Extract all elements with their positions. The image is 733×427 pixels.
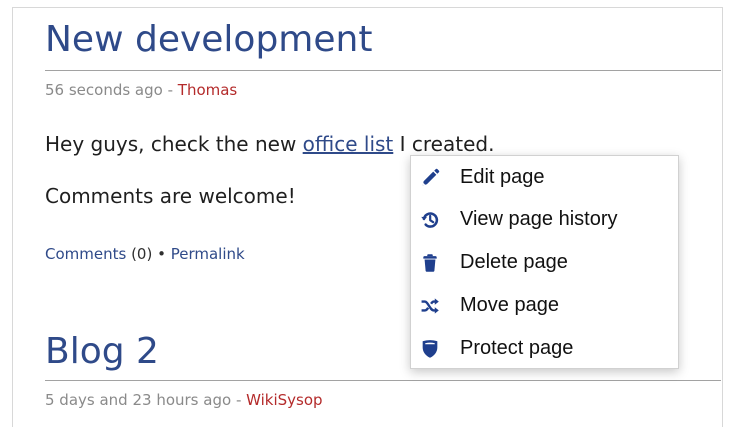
- protect-page-menu-item[interactable]: Protect page: [411, 327, 678, 369]
- trash-icon: [419, 252, 441, 274]
- post-footer: Comments (0) • Permalink: [45, 244, 245, 264]
- meta-separator: -: [231, 391, 247, 409]
- post-timestamp: 56 seconds ago: [45, 81, 163, 99]
- menu-item-label: Protect page: [460, 337, 574, 359]
- author-link[interactable]: Thomas: [178, 81, 237, 99]
- pencil-icon: [419, 167, 441, 189]
- page-actions-menu: Edit page View page history Delete page: [410, 155, 679, 369]
- edit-page-menu-item[interactable]: Edit page: [411, 156, 678, 198]
- footer-separator: •: [157, 245, 166, 263]
- post-title[interactable]: Blog 2: [45, 330, 159, 374]
- menu-item-label: Edit page: [460, 166, 545, 188]
- comments-link[interactable]: Comments: [45, 245, 126, 263]
- post-body-line-2: Comments are welcome!: [45, 184, 296, 208]
- move-page-menu-item[interactable]: Move page: [411, 284, 678, 326]
- post-body-line-1: Hey guys, check the new office list I cr…: [45, 130, 494, 158]
- permalink-link[interactable]: Permalink: [166, 245, 245, 263]
- post-meta: 5 days and 23 hours ago - WikiSysop: [45, 390, 323, 410]
- shuffle-icon: [419, 295, 441, 317]
- history-icon: [419, 209, 441, 231]
- title-divider: [45, 70, 721, 71]
- view-page-history-menu-item[interactable]: View page history: [411, 198, 678, 240]
- post-meta: 56 seconds ago - Thomas: [45, 80, 237, 100]
- post-title[interactable]: New development: [45, 18, 372, 62]
- menu-item-label: View page history: [460, 208, 618, 230]
- author-link[interactable]: WikiSysop: [246, 391, 322, 409]
- comments-count: (0): [126, 245, 158, 263]
- post-timestamp: 5 days and 23 hours ago: [45, 391, 232, 409]
- menu-item-label: Move page: [460, 294, 559, 316]
- post-body-text: Hey guys, check the new: [45, 132, 303, 156]
- post-body-text: I created.: [393, 132, 495, 156]
- office-list-link[interactable]: office list: [303, 132, 394, 156]
- title-divider: [45, 380, 721, 381]
- delete-page-menu-item[interactable]: Delete page: [411, 241, 678, 283]
- menu-item-label: Delete page: [460, 251, 568, 273]
- shield-icon: [419, 338, 441, 360]
- meta-separator: -: [162, 81, 178, 99]
